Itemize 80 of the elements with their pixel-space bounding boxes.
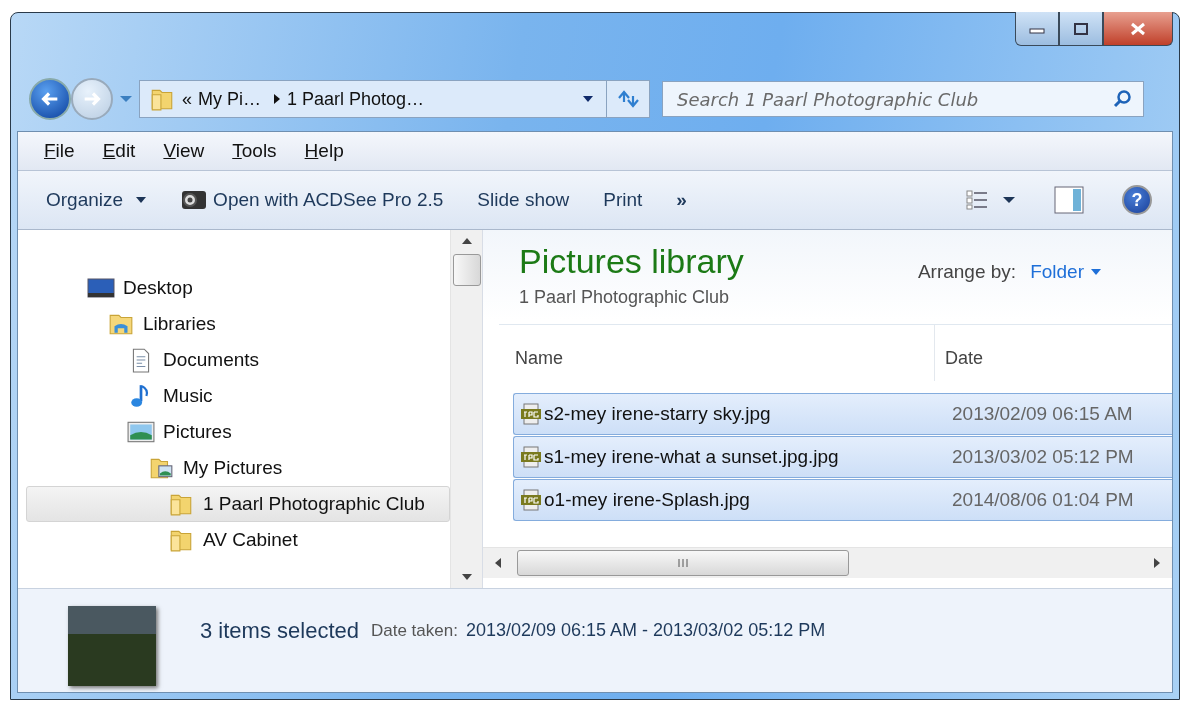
scroll-right-arrow-icon[interactable] (1154, 558, 1160, 568)
file-name: o1-mey irene-Splash.jpg (514, 489, 942, 511)
scroll-up-arrow-icon[interactable] (461, 238, 472, 244)
tree-item[interactable]: Pictures (26, 414, 450, 450)
caret-icon (135, 196, 148, 204)
camera-icon (181, 189, 208, 211)
jpg-file-icon (520, 446, 542, 468)
file-row[interactable]: s2-mey irene-starry sky.jpg 2013/02/09 06:15 AM (513, 393, 1172, 435)
grip-icon[interactable] (678, 559, 688, 567)
tree-item[interactable]: AV Cabinet (26, 522, 450, 558)
library-title: Pictures library (519, 242, 744, 281)
refresh-button[interactable] (606, 80, 650, 118)
tree-item-label: 1 Paarl Photographic Club (203, 493, 425, 515)
toolbar-button[interactable]: Print (595, 185, 651, 215)
search-field[interactable]: Search 1 Paarl Photographic Club (662, 81, 1144, 117)
tree-item-label: Libraries (143, 313, 216, 335)
column-header[interactable]: Date (935, 325, 984, 381)
horizontal-scrollbar[interactable] (483, 547, 1172, 578)
tree-item[interactable]: Libraries (26, 306, 450, 342)
tree-item-label: My Pictures (183, 457, 283, 479)
selection-count: 3 items selected (200, 617, 359, 644)
scrollbar-thumb[interactable] (517, 550, 849, 576)
tree-item-label: Documents (163, 349, 260, 371)
dropdown-arrow-icon[interactable] (1002, 196, 1016, 204)
menu-item[interactable]: View (163, 140, 205, 162)
minimize-button[interactable] (1015, 12, 1059, 46)
maximize-icon (1071, 21, 1091, 36)
file-date: 2013/03/02 05:12 PM (951, 446, 1134, 468)
file-row[interactable]: o1-mey irene-Splash.jpg 2014/08/06 01:04 PM (513, 479, 1172, 521)
toolbar-button[interactable]: Organize (38, 185, 156, 215)
library-subtitle: 1 Paarl Photographic Club (519, 287, 731, 308)
menu-item[interactable]: Edit (102, 140, 136, 162)
tree-item-label: Music (163, 385, 213, 407)
toolbar-button[interactable]: Slide show (469, 185, 578, 215)
address-bar[interactable]: « My Pi… 1 Paarl Photog… (139, 80, 607, 118)
monitor-icon (87, 275, 115, 301)
landscape-picture-icon (127, 419, 155, 445)
close-icon (1128, 21, 1148, 36)
breadcrumb-segment[interactable]: 1 Paarl Photog… (287, 88, 425, 110)
vertical-scrollbar[interactable] (450, 230, 482, 588)
tree-item[interactable]: 1 Paarl Photographic Club (26, 486, 450, 522)
column-header[interactable]: Name (499, 325, 935, 381)
scroll-down-arrow-icon[interactable] (461, 574, 472, 580)
close-button[interactable] (1103, 12, 1173, 46)
tree-item[interactable]: Music (26, 378, 450, 414)
file-date: 2013/02/09 06:15 AM (951, 403, 1133, 425)
scroll-left-arrow-icon[interactable] (495, 558, 501, 568)
tree-item[interactable]: My Pictures (26, 450, 450, 486)
view-list-icon[interactable] (966, 190, 988, 210)
menu-item[interactable]: Tools (232, 140, 277, 162)
maximize-button[interactable] (1059, 12, 1103, 46)
tree-item-label: AV Cabinet (203, 529, 298, 551)
breadcrumb-segment[interactable]: My Pi… (198, 88, 261, 110)
arrange-by-dropdown[interactable]: Folder (1030, 261, 1102, 283)
file-row[interactable]: s1-mey irene-what a sunset.jpg.jpg 2013/03/02 05:12 PM (513, 436, 1172, 478)
date-taken-value: 2013/02/09 06:15 AM - 2013/03/02 05:12 PM (465, 620, 826, 641)
date-taken-label: Date taken: (370, 620, 458, 641)
search-icon (1112, 89, 1132, 109)
more-button[interactable]: » (668, 185, 695, 215)
file-name: s1-mey irene-what a sunset.jpg.jpg (514, 446, 942, 468)
caret-icon (1090, 268, 1102, 276)
jpg-file-icon (520, 489, 542, 511)
breadcrumb-arrow-icon[interactable] (273, 93, 281, 105)
file-date: 2014/08/06 01:04 PM (951, 489, 1134, 511)
back-button[interactable] (29, 78, 71, 120)
dropdown-arrow-icon[interactable] (582, 95, 594, 103)
menu-item[interactable]: Help (304, 140, 344, 162)
arrange-by-label: Arrange by: (917, 261, 1017, 283)
menu-item[interactable]: File (44, 140, 75, 162)
refresh-icon (616, 89, 640, 109)
tree-item[interactable]: Documents (26, 342, 450, 378)
tree-item-label: Pictures (163, 421, 232, 443)
tree-item-label: Desktop (123, 277, 193, 299)
jpg-file-icon (520, 403, 542, 425)
scrollbar-thumb[interactable] (452, 254, 481, 286)
tree-item[interactable]: Desktop (26, 270, 450, 306)
overflow-chevron[interactable]: « (182, 88, 192, 110)
file-name: s2-mey irene-starry sky.jpg (514, 403, 942, 425)
toolbar-button[interactable]: Open with ACDSee Pro 2.5 (173, 185, 452, 215)
help-button[interactable]: ? (1122, 185, 1152, 215)
